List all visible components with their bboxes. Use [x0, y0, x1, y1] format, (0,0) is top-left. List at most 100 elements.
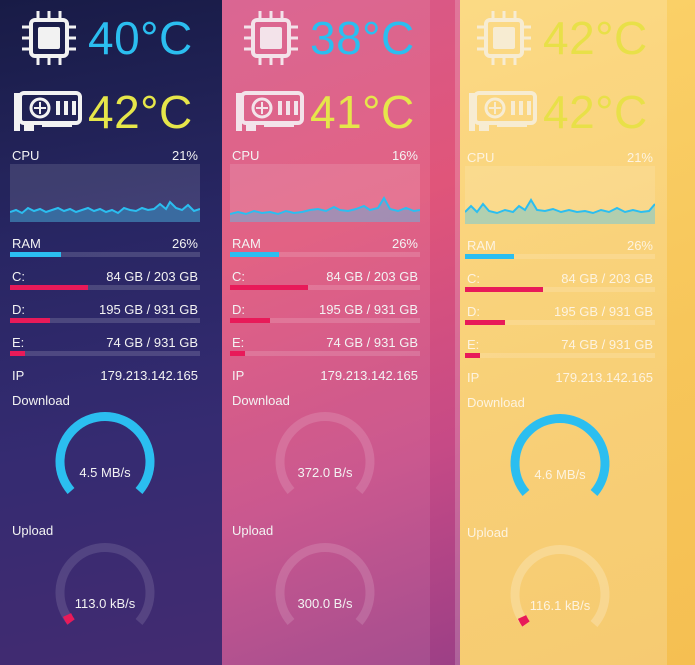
ip-value: 179.213.142.165	[320, 368, 418, 383]
drive-c-bar	[10, 285, 200, 290]
gpu-temperature: 42°C	[543, 86, 648, 138]
ram-usage-bar	[230, 252, 420, 257]
drive-c-bar	[465, 287, 655, 292]
ip-label: IP	[12, 368, 25, 383]
ram-usage-fill	[230, 252, 280, 257]
cpu-percent: 16%	[391, 148, 418, 163]
cpu-temp-row: 40°C	[10, 8, 193, 68]
cpu-temp-row: 38°C	[232, 8, 415, 68]
gpu-temperature: 41°C	[310, 86, 415, 138]
download-speed: 4.6 MB/s	[534, 466, 586, 482]
drive-d-label: D:	[12, 302, 25, 317]
drive-e-bar	[465, 353, 655, 358]
cpu-label: CPU	[467, 150, 495, 165]
drive-d-label: D:	[467, 304, 480, 319]
drive-d-fill	[230, 318, 270, 323]
upload-gauge: 113.0 kB/s	[45, 543, 165, 663]
drive-d-value: 195 GB / 931 GB	[98, 302, 198, 317]
ram-percent: 26%	[171, 236, 198, 251]
download-gauge: 372.0 B/s	[265, 412, 385, 532]
ram-usage-fill	[465, 254, 515, 259]
upload-gauge: 300.0 B/s	[265, 543, 385, 663]
drive-e-fill	[230, 351, 246, 356]
ip-label: IP	[232, 368, 245, 383]
cpu-chip-icon	[10, 8, 88, 68]
cpu-percent: 21%	[171, 148, 198, 163]
monitor-panel-3: 42°C 42°C CPU 21% RAM 26% C: 84 GB / 203…	[455, 0, 667, 665]
drive-d-bar	[230, 318, 420, 323]
download-gauge: 4.6 MB/s	[500, 414, 620, 534]
cpu-usage-graph	[229, 164, 421, 222]
drive-c-fill	[465, 287, 543, 292]
ram-percent: 26%	[391, 236, 418, 251]
upload-speed: 116.1 kB/s	[529, 597, 591, 613]
ram-label: RAM	[12, 236, 41, 251]
drive-d-value: 195 GB / 931 GB	[318, 302, 418, 317]
drive-d-label: D:	[232, 302, 245, 317]
cpu-temperature: 42°C	[543, 12, 648, 64]
cpu-usage-graph	[9, 164, 201, 222]
drive-e-fill	[465, 353, 481, 358]
drive-e-bar	[230, 351, 420, 356]
cpu-chip-icon	[465, 8, 543, 68]
download-label: Download	[12, 393, 70, 408]
drive-e-value: 74 GB / 931 GB	[106, 335, 198, 350]
cpu-label: CPU	[12, 148, 40, 163]
drive-c-fill	[10, 285, 88, 290]
ram-label: RAM	[232, 236, 261, 251]
drive-e-label: E:	[467, 337, 480, 352]
gpu-temperature: 42°C	[88, 86, 193, 138]
download-gauge: 4.5 MB/s	[45, 412, 165, 532]
ram-usage-bar	[10, 252, 200, 257]
ram-usage-fill	[10, 252, 62, 257]
drive-c-label: C:	[12, 269, 25, 284]
gpu-temp-row: 41°C	[232, 82, 415, 142]
drive-c-value: 84 GB / 203 GB	[561, 271, 653, 286]
gpu-temp-row: 42°C	[10, 82, 193, 142]
gpu-temp-row: 42°C	[465, 82, 648, 142]
drive-c-bar	[230, 285, 420, 290]
ip-value: 179.213.142.165	[555, 370, 653, 385]
download-speed: 372.0 B/s	[297, 464, 353, 480]
drive-d-value: 195 GB / 931 GB	[553, 304, 653, 319]
download-label: Download	[232, 393, 290, 408]
drive-e-label: E:	[232, 335, 245, 350]
drive-d-bar	[10, 318, 200, 323]
monitor-panel-1: 40°C 42°C CPU 21% RAM 26% C: 84 GB / 203…	[0, 0, 222, 665]
graphics-card-icon	[10, 82, 88, 142]
drive-e-fill	[10, 351, 26, 356]
cpu-chip-icon	[232, 8, 310, 68]
cpu-temp-row: 42°C	[465, 8, 648, 68]
graphics-card-icon	[465, 82, 543, 142]
download-label: Download	[467, 395, 525, 410]
upload-label: Upload	[232, 523, 274, 538]
upload-gauge: 116.1 kB/s	[500, 545, 620, 665]
drive-d-fill	[465, 320, 505, 325]
graphics-card-icon	[232, 82, 310, 142]
upload-label: Upload	[467, 525, 509, 540]
drive-c-fill	[230, 285, 308, 290]
drive-c-label: C:	[232, 269, 245, 284]
cpu-percent: 21%	[626, 150, 653, 165]
upload-speed: 113.0 kB/s	[74, 595, 136, 611]
drive-e-value: 74 GB / 931 GB	[326, 335, 418, 350]
drive-e-label: E:	[12, 335, 25, 350]
drive-c-value: 84 GB / 203 GB	[106, 269, 198, 284]
drive-e-bar	[10, 351, 200, 356]
drive-c-value: 84 GB / 203 GB	[326, 269, 418, 284]
monitor-panel-2: 38°C 41°C CPU 16% RAM 26% C: 84 GB / 203…	[222, 0, 430, 665]
drive-d-fill	[10, 318, 50, 323]
upload-speed: 300.0 B/s	[297, 595, 353, 611]
upload-label: Upload	[12, 523, 54, 538]
ram-usage-bar	[465, 254, 655, 259]
cpu-usage-graph	[464, 166, 656, 224]
ram-label: RAM	[467, 238, 496, 253]
cpu-temperature: 38°C	[310, 12, 415, 64]
cpu-label: CPU	[232, 148, 260, 163]
download-speed: 4.5 MB/s	[79, 464, 131, 480]
ram-percent: 26%	[626, 238, 653, 253]
ip-label: IP	[467, 370, 480, 385]
cpu-temperature: 40°C	[88, 12, 193, 64]
drive-e-value: 74 GB / 931 GB	[561, 337, 653, 352]
drive-d-bar	[465, 320, 655, 325]
